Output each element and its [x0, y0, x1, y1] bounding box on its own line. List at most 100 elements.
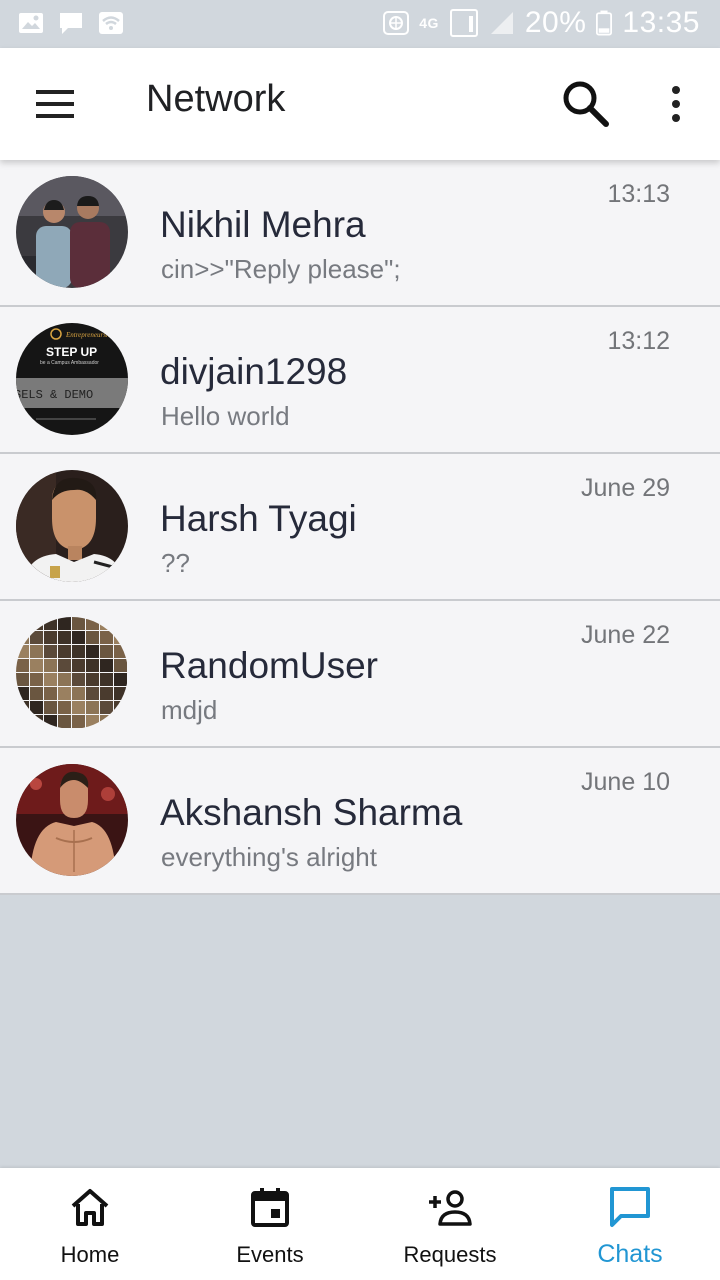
wood-tile: [100, 617, 113, 630]
wood-tile: [86, 659, 99, 672]
wood-tile: [44, 701, 57, 714]
chat-row-divjain1298[interactable]: Entrepreneurship STEP UP be a Campus Amb…: [0, 307, 720, 454]
wood-tile: [100, 715, 113, 728]
wood-tile: [72, 687, 85, 700]
wood-tile: [114, 617, 127, 630]
wood-tile: [100, 659, 113, 672]
wood-tile: [114, 645, 127, 658]
status-notifications: [18, 10, 124, 36]
wood-tile: [100, 645, 113, 658]
wood-tile: [16, 645, 29, 658]
chat-row-randomuser[interactable]: RandomUser mdjd June 22: [0, 601, 720, 748]
wood-tile: [30, 617, 43, 630]
avatar-photo-two-people: [16, 176, 128, 288]
avatar[interactable]: [16, 176, 128, 288]
signal-icon: [490, 12, 513, 34]
sim-status-icon: [449, 9, 478, 37]
wood-tile: [114, 659, 127, 672]
wood-tile: [86, 687, 99, 700]
chat-time: 13:13: [607, 180, 670, 208]
search-icon[interactable]: [560, 78, 612, 130]
chat-last-message: Hello world: [161, 401, 290, 431]
wood-tile: [72, 617, 85, 630]
wood-tile: [58, 645, 71, 658]
avatar[interactable]: [16, 617, 128, 729]
wood-tile: [86, 701, 99, 714]
nav-chats[interactable]: Chats: [540, 1168, 720, 1280]
wood-tile: [100, 673, 113, 686]
avatar[interactable]: [16, 764, 128, 876]
wood-tile: [30, 645, 43, 658]
wood-tile: [100, 701, 113, 714]
poster-band: SELS & DEMO: [16, 388, 93, 402]
bottom-navigation: Home Events Requests Chats: [0, 1168, 720, 1280]
more-vert-icon[interactable]: [660, 84, 692, 124]
wood-tile: [44, 631, 57, 644]
chat-row-akshansh-sharma[interactable]: Akshansh Sharma everything's alright Jun…: [0, 748, 720, 895]
avatar[interactable]: [16, 470, 128, 582]
wood-tile: [58, 715, 71, 728]
wood-tile: [16, 687, 29, 700]
wood-tile: [86, 617, 99, 630]
wood-tile: [30, 673, 43, 686]
chat-name: Nikhil Mehra: [160, 204, 366, 245]
wood-tile: [114, 715, 127, 728]
home-icon: [71, 1189, 109, 1226]
nav-home-label: Home: [60, 1242, 120, 1267]
globe-status-icon: [383, 11, 410, 35]
wood-tile: [30, 631, 43, 644]
wood-tile: [58, 631, 71, 644]
avatar-photo-athlete: [16, 764, 128, 876]
wood-tile: [72, 631, 85, 644]
poster-brand: Entrepreneurship: [65, 331, 115, 339]
wood-tile: [72, 715, 85, 728]
chat-name: RandomUser: [160, 645, 378, 686]
clock: 13:35: [622, 6, 700, 39]
app-bar: Network: [0, 48, 720, 160]
wood-tile: [100, 631, 113, 644]
wood-tile: [16, 701, 29, 714]
chat-last-message: mdjd: [161, 695, 218, 725]
wood-tile: [30, 659, 43, 672]
wood-tile: [100, 687, 113, 700]
wood-tile: [44, 617, 57, 630]
chat-icon: [610, 1187, 650, 1227]
wood-tile: [16, 715, 29, 728]
wood-tile: [16, 673, 29, 686]
wifi-notification-icon: [99, 12, 123, 34]
nav-events-label: Events: [236, 1242, 304, 1267]
wood-tile: [58, 659, 71, 672]
wood-tile: [44, 659, 57, 672]
chat-row-harsh-tyagi[interactable]: Harsh Tyagi ?? June 29: [0, 454, 720, 601]
menu-icon[interactable]: [36, 86, 76, 122]
wood-tile: [86, 631, 99, 644]
nav-requests-label: Requests: [403, 1242, 497, 1267]
nav-home[interactable]: Home: [0, 1168, 180, 1280]
chat-last-message: everything's alright: [161, 842, 377, 872]
wood-tile: [114, 701, 127, 714]
wood-tile: [30, 701, 43, 714]
nav-events[interactable]: Events: [180, 1168, 360, 1280]
wood-tile: [58, 617, 71, 630]
image-notification-icon: [19, 13, 43, 33]
wood-tile: [16, 631, 29, 644]
nav-requests[interactable]: Requests: [360, 1168, 540, 1280]
poster-tagline: be a Campus Ambassador: [40, 360, 99, 366]
avatar[interactable]: Entrepreneurship STEP UP be a Campus Amb…: [16, 323, 128, 435]
chat-last-message: ??: [161, 548, 190, 578]
wood-tile: [58, 673, 71, 686]
nav-chats-label: Chats: [597, 1240, 663, 1268]
wood-tile: [58, 687, 71, 700]
status-system: 4G 20% 13:35: [383, 6, 700, 40]
wood-tile: [44, 687, 57, 700]
wood-tile: [72, 659, 85, 672]
chat-row-nikhil-mehra[interactable]: Nikhil Mehra cin>>"Reply please"; 13:13: [0, 160, 720, 307]
wood-tile: [114, 687, 127, 700]
avatar-wood-tiles: [16, 617, 127, 728]
page-title: Network: [146, 78, 286, 120]
wood-tile: [72, 645, 85, 658]
wood-tile: [86, 715, 99, 728]
avatar-photo-footballer: [16, 470, 128, 582]
wood-tile: [30, 715, 43, 728]
wood-tile: [44, 673, 57, 686]
